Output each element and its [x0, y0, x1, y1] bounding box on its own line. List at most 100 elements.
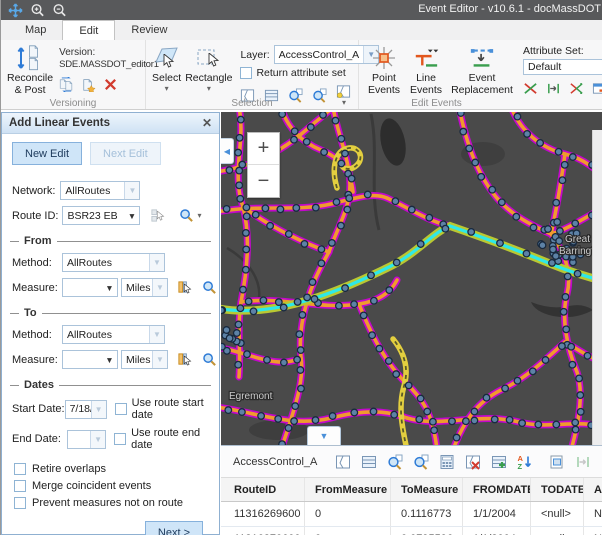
merge-coincident-events-checkbox[interactable] [14, 480, 26, 492]
chevron-down-icon: ▼ [102, 279, 117, 296]
tab-edit[interactable]: Edit [62, 20, 115, 40]
to-unit-select[interactable]: Miles ▼ [121, 350, 168, 369]
close-icon[interactable]: ✕ [202, 116, 212, 130]
use-route-end-date-checkbox[interactable] [114, 433, 126, 445]
retire-overlaps-checkbox[interactable] [14, 463, 26, 475]
zoom-in-icon[interactable] [29, 2, 46, 19]
reconcile-post-button[interactable]: Reconcile & Post [5, 43, 55, 96]
from-method-select[interactable]: AllRoutes ▼ [62, 253, 165, 272]
next-button[interactable]: Next > [145, 521, 203, 535]
record-properties-icon[interactable] [549, 454, 565, 470]
version-value: SDE.MASSDOT_editor1 [59, 59, 159, 71]
from-zoom-measure-icon[interactable] [202, 280, 217, 295]
new-version-icon[interactable] [81, 77, 96, 92]
map-zoom-control: + − [247, 132, 280, 198]
network-select[interactable]: AllRoutes ▼ [60, 181, 140, 200]
prevent-measures-checkbox[interactable] [14, 497, 26, 509]
rectangle-button[interactable]: Rectangle ▾ [183, 43, 234, 96]
chevron-down-icon: ▼ [90, 431, 105, 448]
offset-record-icon[interactable] [575, 454, 591, 470]
to-method-label: Method: [12, 329, 62, 341]
column-header[interactable]: RouteID [221, 478, 305, 501]
zoom-to-route-icon [179, 208, 194, 223]
from-section-legend: From [10, 235, 211, 247]
select-button[interactable]: Select ▾ [150, 43, 183, 96]
select-route-on-map-icon[interactable] [150, 208, 165, 223]
ribbon: Reconcile & Post Version: SDE.MASSDOT_ed… [1, 40, 602, 110]
delete-version-icon[interactable] [103, 77, 118, 92]
show-selected-records-icon[interactable] [361, 454, 377, 470]
to-zoom-measure-icon[interactable] [202, 352, 217, 367]
end-date-picker[interactable]: ▼ [67, 430, 107, 449]
use-route-start-date-checkbox[interactable] [115, 403, 127, 415]
change-version-icon[interactable] [59, 77, 74, 92]
from-pick-measure-icon[interactable] [177, 280, 192, 295]
event-replacement-icon [469, 45, 495, 71]
pan-to-selected-icon[interactable] [413, 454, 429, 470]
dates-section-legend: Dates [10, 379, 211, 391]
collapse-panel-arrow[interactable]: ◀ [221, 138, 234, 164]
from-measure-label: Measure: [12, 282, 62, 294]
to-pick-measure-icon[interactable] [177, 352, 192, 367]
event-replacement-button[interactable]: Event Replacement [447, 43, 517, 96]
column-header[interactable]: FROMDATE [463, 478, 531, 501]
attribute-window-icon[interactable] [592, 81, 602, 96]
route-id-combobox[interactable]: BSR23 EB ▼ [62, 206, 140, 225]
attribute-set-label: Attribute Set: [523, 45, 602, 57]
to-method-select[interactable]: AllRoutes ▼ [62, 325, 165, 344]
select-icon [154, 45, 180, 71]
to-measure-label: Measure: [12, 354, 62, 366]
column-header[interactable]: AC [584, 478, 602, 501]
pan-icon[interactable] [7, 2, 24, 19]
collapse-table-arrow[interactable]: ▼ [307, 426, 341, 445]
from-measure-combobox[interactable]: ▼ [62, 278, 118, 297]
chevron-down-icon: ▼ [102, 351, 117, 368]
point-events-button[interactable]: Point Events [363, 43, 405, 96]
main-area: Egremont Great Barrington + − ◀ ▼ Access… [221, 112, 602, 535]
field-calculator-icon[interactable] [439, 454, 455, 470]
ribbon-tabs: Map Edit Review [1, 20, 602, 40]
merge-coincident-events-label: Merge coincident events [32, 480, 151, 492]
tab-review[interactable]: Review [115, 20, 183, 40]
from-method-label: Method: [12, 257, 62, 269]
sort-icon[interactable]: AZ [517, 454, 533, 470]
table-layer-name: AccessControl_A [233, 456, 317, 468]
select-features-icon[interactable] [335, 454, 351, 470]
attribute-set-select[interactable]: Default [523, 59, 602, 75]
delete-selected-icon[interactable] [465, 454, 481, 470]
column-header[interactable]: ToMeasure [391, 478, 463, 501]
add-record-icon[interactable] [491, 454, 507, 470]
column-header[interactable]: FromMeasure [305, 478, 391, 501]
network-label: Network: [12, 185, 55, 197]
zoom-to-selected-icon[interactable] [387, 454, 403, 470]
clear-selection-icon [336, 84, 351, 99]
to-measure-combobox[interactable]: ▼ [62, 350, 118, 369]
layer-label: Layer: [240, 49, 269, 61]
start-date-picker[interactable]: 7/18/ ▼ [65, 400, 107, 419]
new-edit-button[interactable]: New Edit [12, 142, 82, 165]
column-header[interactable]: TODATE [531, 478, 584, 501]
map-zoom-in-button[interactable]: + [248, 133, 279, 165]
zoom-out-icon[interactable] [51, 2, 68, 19]
split-event-icon[interactable] [523, 81, 538, 96]
zoom-to-route-button[interactable]: ▾ [179, 208, 201, 223]
panel-title: Add Linear Events [9, 117, 110, 129]
line-events-button[interactable]: Line Events [405, 43, 447, 96]
merge-events-icon[interactable] [569, 81, 584, 96]
map-view[interactable]: Egremont Great Barrington + − ◀ ▼ [221, 112, 602, 445]
rectangle-select-icon [196, 45, 222, 71]
table-row[interactable]: 11316269600 0 0.1116773 1/1/2004 <null> … [221, 502, 602, 527]
from-unit-select[interactable]: Miles ▼ [121, 278, 168, 297]
group-edit-events: Point Events Line Events Event Replaceme… [359, 40, 602, 109]
chevron-down-icon: ▼ [152, 279, 167, 296]
tab-map[interactable]: Map [9, 20, 62, 40]
return-attribute-set-checkbox[interactable] [240, 67, 252, 79]
table-row[interactable]: 11316270600 0 0.0795596 1/1/2004 <null> … [221, 527, 602, 535]
title-bar: Event Editor - v10.6.1 - docMassDOT [1, 0, 602, 20]
next-edit-button[interactable]: Next Edit [90, 142, 161, 165]
retire-overlaps-label: Retire overlaps [32, 463, 106, 475]
map-zoom-out-button[interactable]: − [248, 165, 279, 197]
chevron-down-icon: ▾ [207, 85, 211, 92]
group-versioning: Reconcile & Post Version: SDE.MASSDOT_ed… [1, 40, 146, 109]
offset-event-icon[interactable] [546, 81, 561, 96]
